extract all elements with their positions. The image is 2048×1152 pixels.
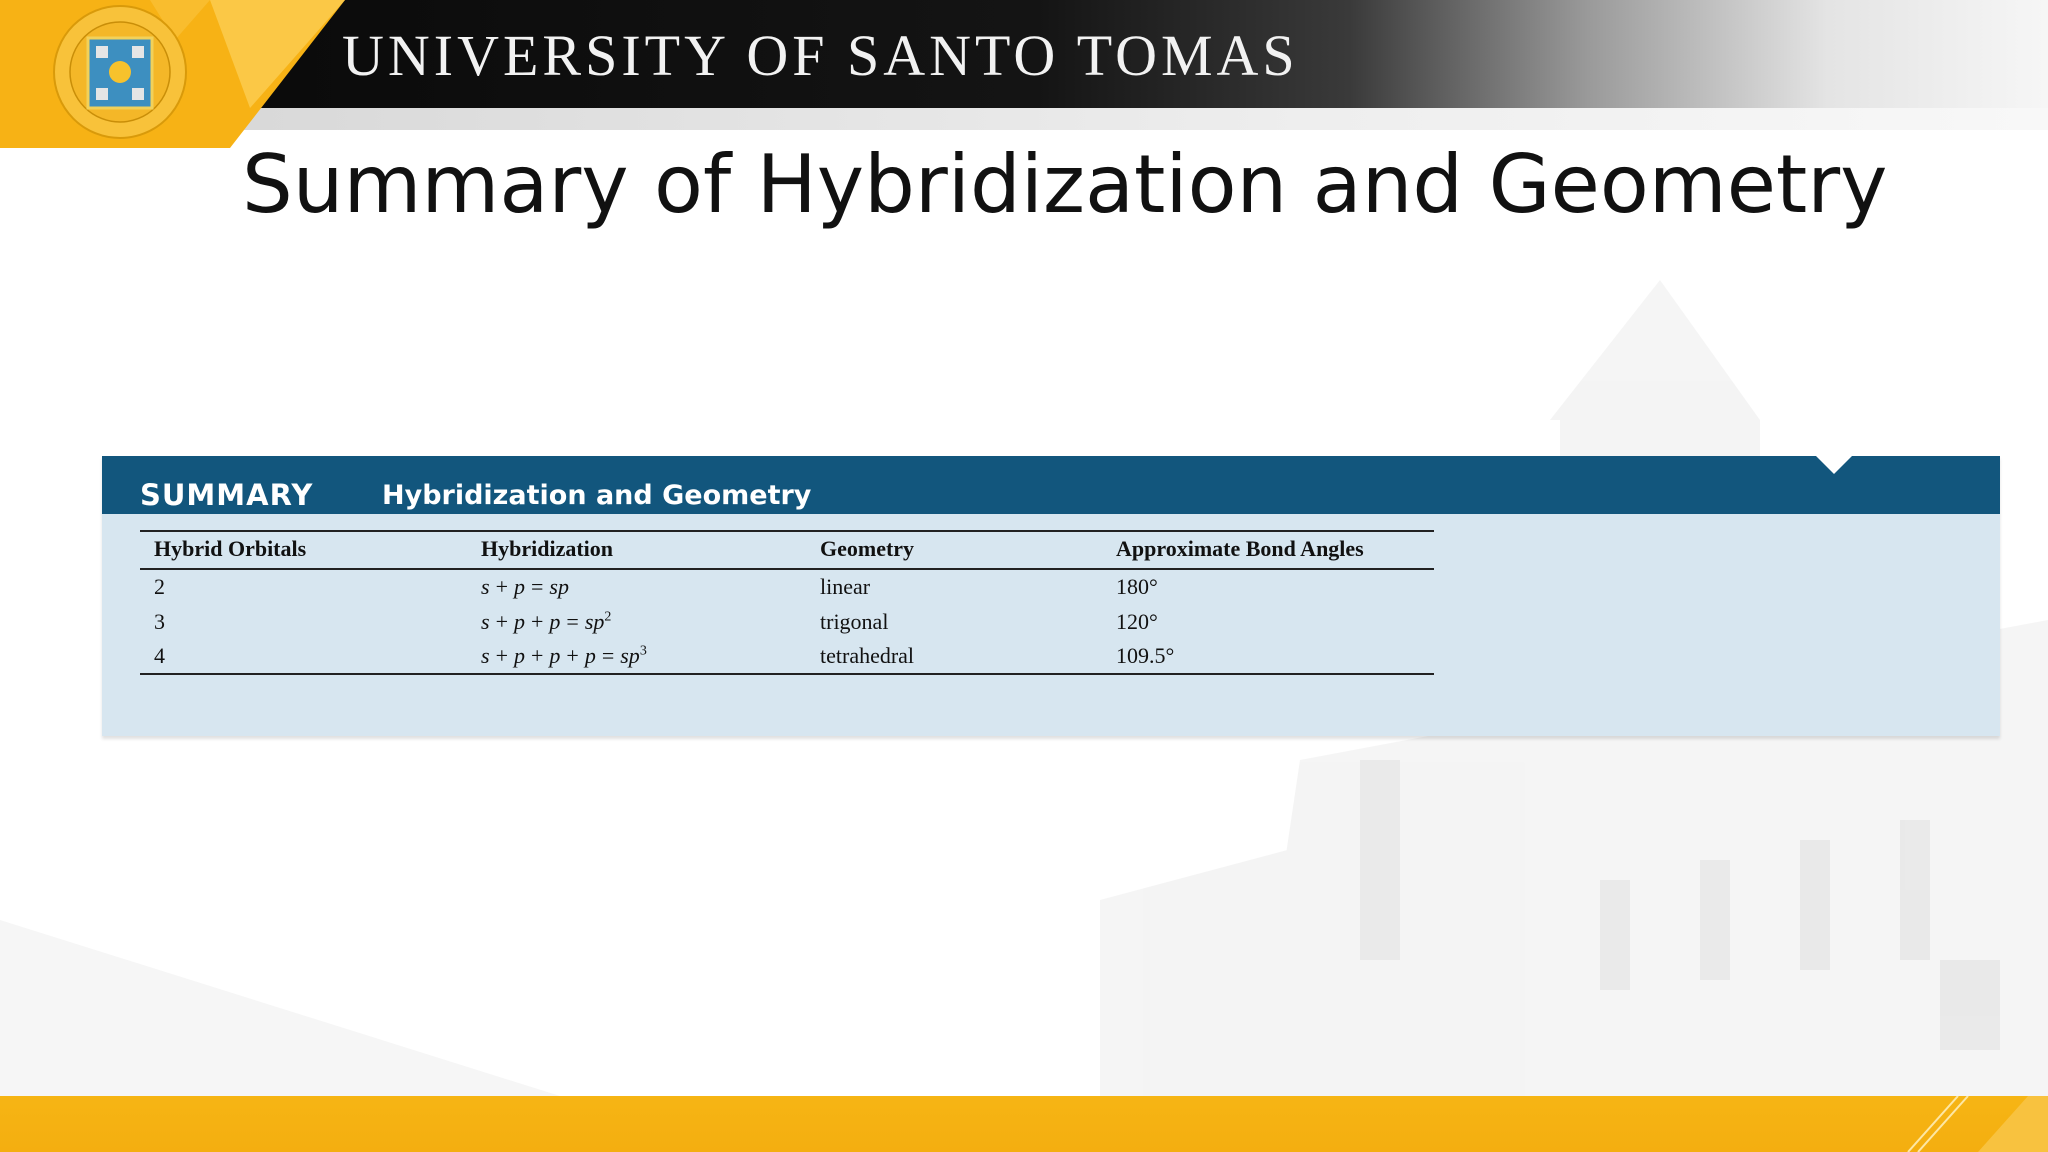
summary-box: SUMMARY Hybridization and Geometry Hybri…	[102, 456, 2000, 736]
cell-hybridization: s + p + p + p = sp3	[467, 639, 806, 675]
header-bar-underline	[210, 108, 2048, 130]
table-row: 3 s + p + p = sp2 trigonal 120°	[140, 604, 1434, 639]
table-row: 2 s + p = sp linear 180°	[140, 569, 1434, 604]
column-header-hybridization: Hybridization	[467, 530, 806, 570]
column-header-hybrid-orbitals: Hybrid Orbitals	[140, 530, 467, 570]
cell-hybrid-orbitals: 2	[154, 574, 165, 599]
cell-hybrid-orbitals: 4	[140, 639, 467, 675]
summary-label: SUMMARY	[140, 478, 314, 512]
footer-accent-stripes	[1907, 1096, 2048, 1152]
cell-bond-angle: 120°	[1116, 608, 1158, 634]
hybridization-table: Hybrid Orbitals Hybridization Geometry A…	[140, 530, 1434, 675]
column-header-bond-angles: Approximate Bond Angles	[1102, 530, 1434, 570]
column-header-geometry: Geometry	[806, 530, 1102, 570]
cell-geometry: trigonal	[820, 608, 889, 634]
university-logo	[0, 0, 345, 148]
slide-title: Summary of Hybridization and Geometry	[242, 138, 1888, 231]
cell-hybrid-orbitals: 3	[154, 608, 165, 634]
cell-geometry: tetrahedral	[806, 639, 1102, 675]
table-header-row: Hybrid Orbitals Hybridization Geometry A…	[140, 530, 1434, 570]
header-notch	[1816, 456, 1852, 474]
cell-bond-angle: 109.5°	[1102, 639, 1434, 675]
university-name: UNIVERSITY OF SANTO TOMAS	[342, 23, 1299, 88]
summary-header: SUMMARY Hybridization and Geometry	[102, 456, 2000, 514]
summary-subtitle: Hybridization and Geometry	[382, 480, 812, 511]
cell-hybridization: s + p + p = sp2	[481, 608, 612, 634]
cell-bond-angle: 180°	[1116, 574, 1158, 599]
table-row: 4 s + p + p + p = sp3 tetrahedral 109.5°	[140, 639, 1434, 675]
cell-geometry: linear	[820, 574, 871, 599]
footer-band	[0, 1096, 2048, 1152]
cell-hybridization: s + p = sp	[481, 574, 569, 599]
